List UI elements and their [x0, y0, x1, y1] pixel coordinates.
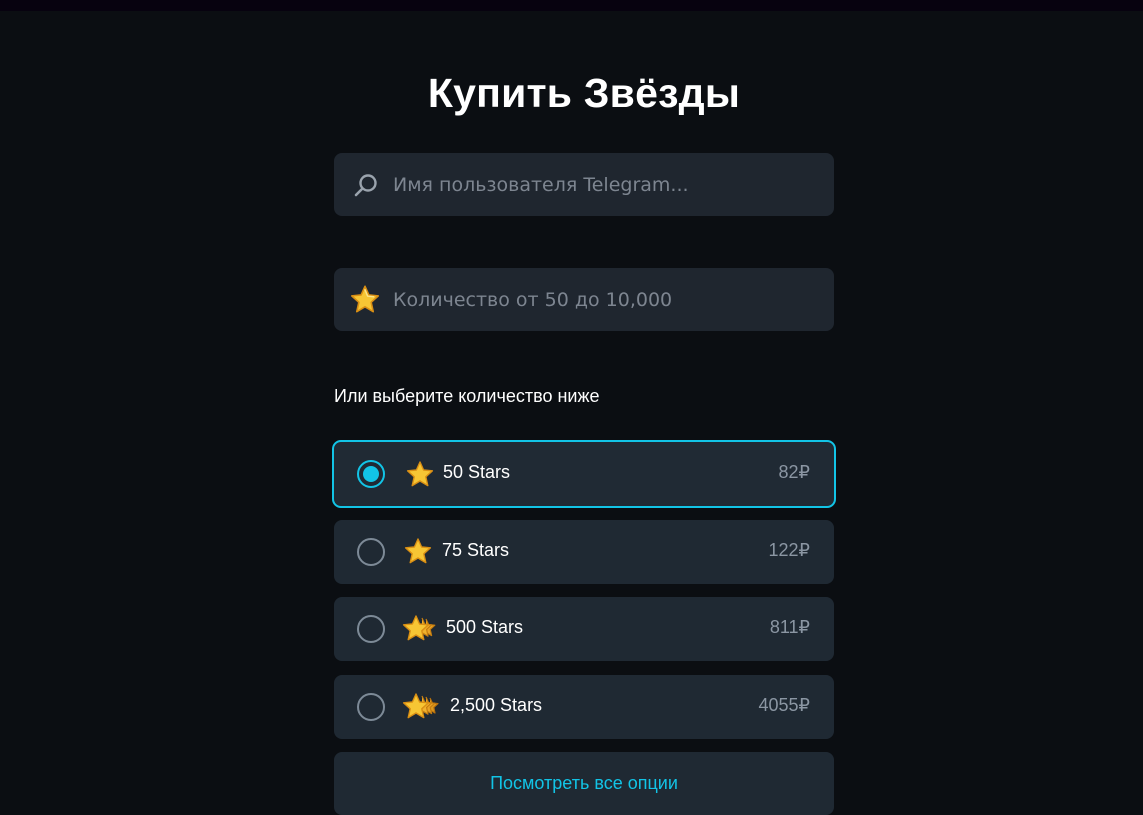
star-icon: [406, 461, 434, 487]
amount-input[interactable]: [393, 268, 813, 331]
radio-button[interactable]: [357, 460, 385, 488]
search-field[interactable]: [334, 153, 834, 216]
option-50-stars[interactable]: 50 Stars 82₽: [332, 440, 836, 508]
search-icon: [354, 174, 377, 197]
options-section-label: Или выберите количество ниже: [334, 386, 600, 406]
top-bar: [0, 0, 1143, 11]
radio-button[interactable]: [357, 538, 385, 566]
stacked-stars-icon: [402, 615, 436, 641]
username-input[interactable]: [393, 153, 813, 216]
option-price: 4055₽: [758, 695, 811, 715]
radio-button[interactable]: [357, 615, 385, 643]
option-75-stars[interactable]: 75 Stars 122₽: [334, 520, 834, 584]
option-label: 75 Stars: [442, 540, 510, 560]
option-label: 500 Stars: [446, 617, 524, 637]
stacked-stars-icon: [402, 693, 439, 719]
radio-button[interactable]: [357, 693, 385, 721]
option-label: 50 Stars: [443, 462, 511, 482]
amount-field[interactable]: [334, 268, 834, 331]
option-label: 2,500 Stars: [450, 695, 543, 715]
page-title: Купить Звёзды: [427, 70, 741, 116]
option-price: 122₽: [768, 540, 810, 560]
star-icon: [404, 538, 432, 564]
star-icon: [350, 285, 380, 313]
option-2500-stars[interactable]: 2,500 Stars 4055₽: [334, 675, 834, 739]
view-all-options-button[interactable]: Посмотреть все опции: [334, 752, 834, 815]
option-price: 811₽: [769, 617, 810, 637]
option-price: 82₽: [778, 462, 810, 482]
option-500-stars[interactable]: 500 Stars 811₽: [334, 597, 834, 661]
